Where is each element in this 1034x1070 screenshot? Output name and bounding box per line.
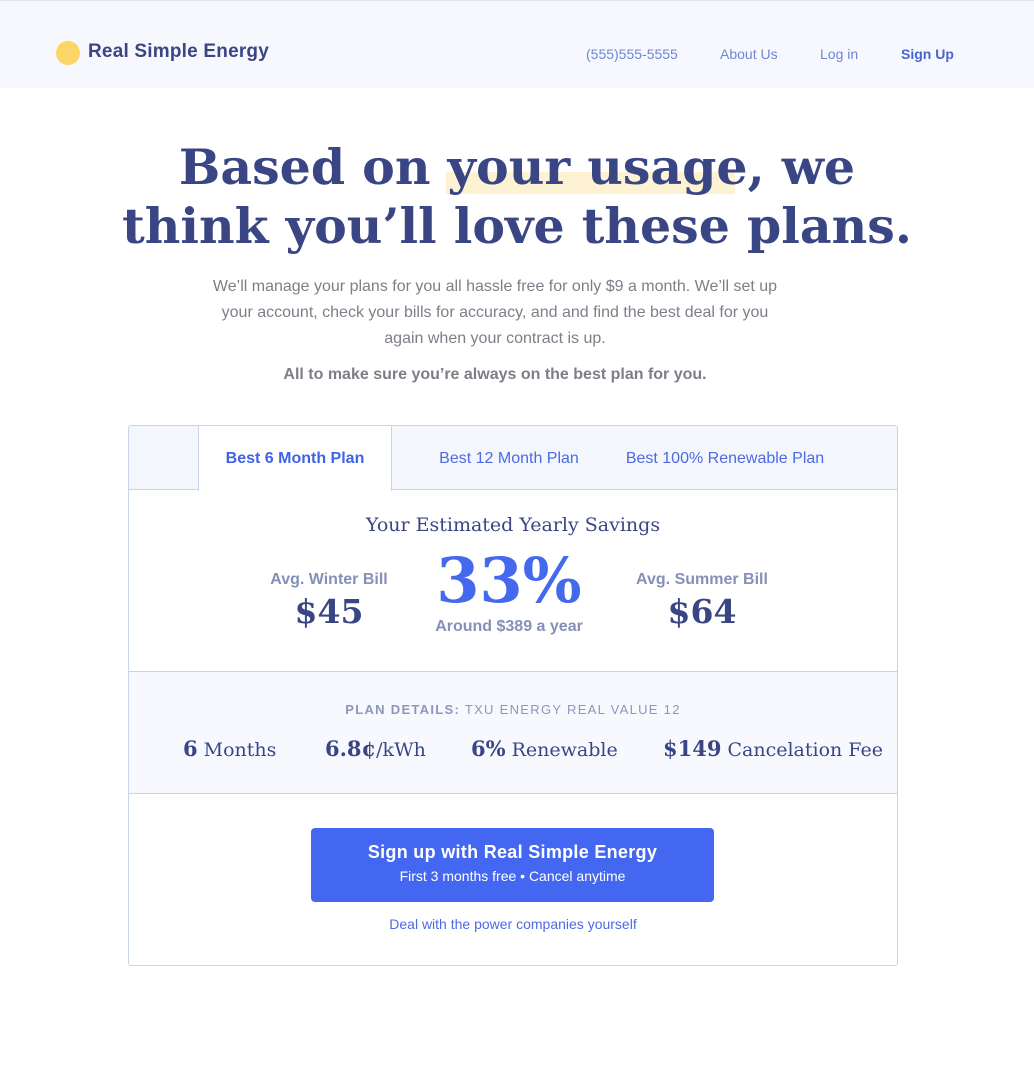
- detail-term-unit: Months: [197, 739, 277, 761]
- detail-cancel-fee-unit: Cancelation Fee: [721, 739, 883, 761]
- tab-best-6-month[interactable]: Best 6 Month Plan: [198, 426, 392, 491]
- detail-rate: 6.8¢/kWh: [325, 736, 426, 761]
- detail-renewable-value: 6%: [471, 736, 506, 761]
- hero-title-line-1: Based on your usage, we: [178, 138, 856, 196]
- sign-up-link[interactable]: Sign Up: [901, 46, 954, 62]
- hero-subtitle: We’ll manage your plans for you all hass…: [212, 278, 778, 347]
- summer-bill-value: $64: [667, 592, 737, 631]
- plan-details-label: PLAN DETAILS:: [345, 702, 461, 717]
- tab-best-renewable[interactable]: Best 100% Renewable Plan: [615, 426, 835, 490]
- detail-term-value: 6: [183, 736, 198, 761]
- winter-bill-label: Avg. Winter Bill: [270, 571, 388, 588]
- detail-renewable: 6% Renewable: [471, 736, 618, 761]
- plan-details: PLAN DETAILS: TXU ENERGY REAL VALUE 12 6…: [129, 671, 897, 794]
- plan-name: TXU ENERGY REAL VALUE 12: [464, 702, 681, 717]
- yearly-savings: Around $389 a year: [435, 618, 583, 635]
- page: Real Simple Energy (555)555-5555 About U…: [0, 0, 1034, 1070]
- sign-up-button[interactable]: Sign up with Real Simple Energy First 3 …: [311, 828, 714, 902]
- detail-term: 6 Months: [183, 736, 276, 761]
- hero-note: All to make sure you’re always on the be…: [283, 366, 707, 383]
- brand-name[interactable]: Real Simple Energy: [88, 41, 269, 63]
- diy-link[interactable]: Deal with the power companies yourself: [129, 916, 897, 932]
- log-in-link[interactable]: Log in: [820, 46, 858, 62]
- plan-details-heading: PLAN DETAILS: TXU ENERGY REAL VALUE 12: [129, 702, 897, 717]
- detail-renewable-unit: Renewable: [505, 739, 618, 761]
- summer-bill-label: Avg. Summer Bill: [636, 571, 768, 588]
- detail-rate-unit: /kWh: [376, 739, 426, 761]
- hero-title-line-2: think you’ll love these plans.: [122, 197, 912, 255]
- site-header: Real Simple Energy (555)555-5555 About U…: [0, 0, 1034, 88]
- detail-cancel-fee: $149 Cancelation Fee: [663, 736, 883, 761]
- about-us-link[interactable]: About Us: [720, 46, 778, 62]
- tab-best-12-month[interactable]: Best 12 Month Plan: [419, 426, 599, 490]
- sign-up-button-label: Sign up with Real Simple Energy: [367, 842, 658, 862]
- savings-title: Your Estimated Yearly Savings: [365, 514, 661, 536]
- savings-percent: 33%: [436, 544, 582, 617]
- detail-cancel-fee-value: $149: [663, 736, 722, 761]
- winter-bill-value: $45: [294, 592, 364, 631]
- plan-card: Best 6 Month Plan Best 12 Month Plan Bes…: [128, 425, 898, 966]
- sign-up-button-sublabel: First 3 months free • Cancel anytime: [399, 868, 626, 884]
- plan-tabs: Best 6 Month Plan Best 12 Month Plan Bes…: [129, 426, 897, 491]
- hero-title: Based on your usage, we think you’ll lov…: [0, 138, 1034, 256]
- detail-rate-value: 6.8¢: [325, 736, 377, 761]
- phone-link[interactable]: (555)555-5555: [586, 46, 678, 62]
- logo-sun-icon[interactable]: [56, 41, 80, 65]
